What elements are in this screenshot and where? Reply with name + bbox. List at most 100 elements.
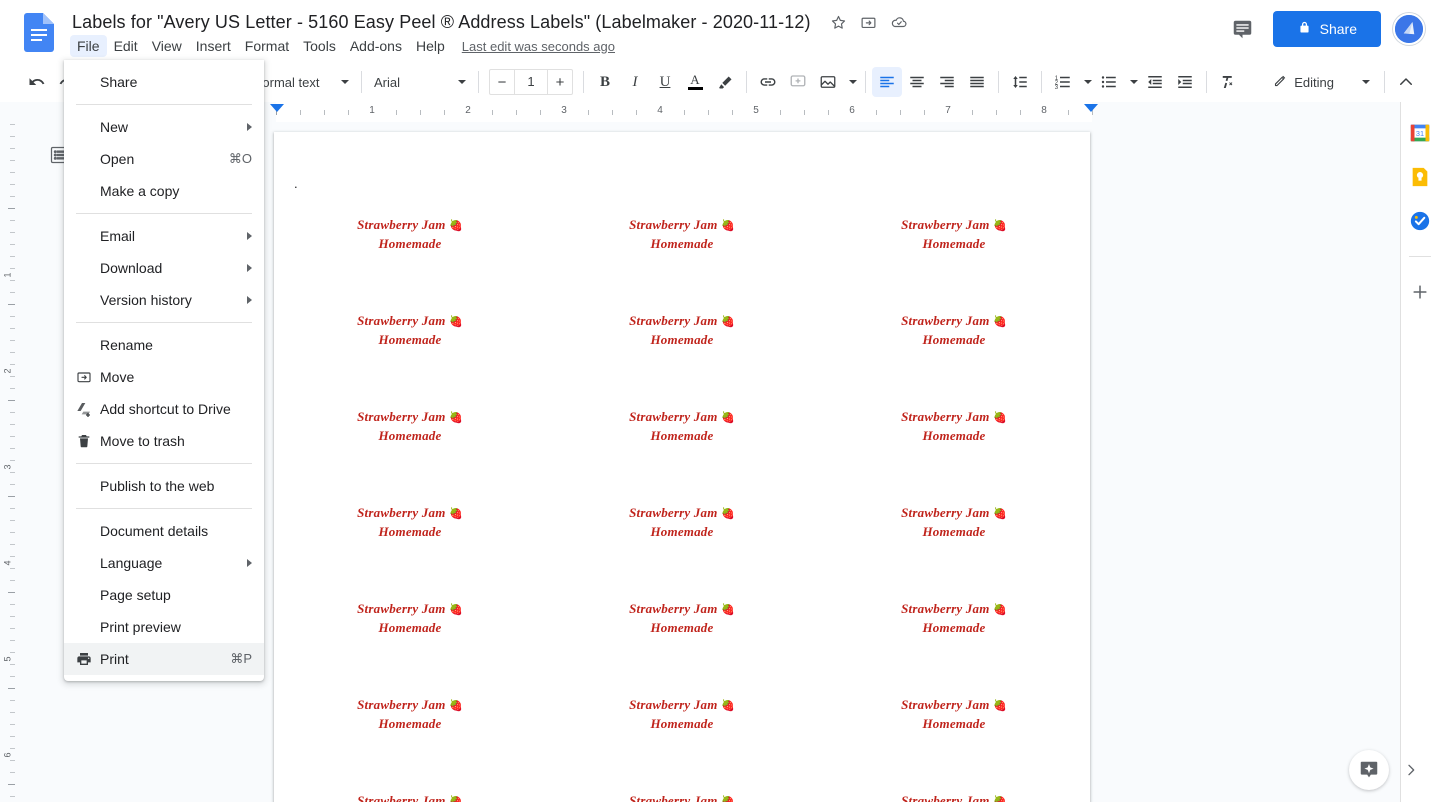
label-cell[interactable]: Strawberry Jam 🍓Homemade — [274, 684, 546, 780]
label-cell[interactable]: Strawberry Jam 🍓Homemade — [818, 780, 1090, 802]
insert-link-icon[interactable] — [753, 67, 783, 97]
ruler-tick — [1020, 110, 1021, 115]
label-cell[interactable]: Strawberry Jam 🍓Homemade — [818, 300, 1090, 396]
file-menu-item-add-shortcut-to-drive[interactable]: Add shortcut to Drive — [64, 393, 264, 425]
editing-mode-button[interactable]: Editing — [1265, 67, 1378, 97]
insert-image-icon[interactable] — [813, 67, 843, 97]
font-size-input[interactable]: 1 — [514, 70, 548, 94]
label-cell[interactable]: Strawberry Jam 🍓Homemade — [274, 300, 546, 396]
collapse-toolbar-button[interactable] — [1391, 67, 1421, 97]
google-tasks-icon[interactable] — [1407, 208, 1433, 234]
label-cell[interactable]: Strawberry Jam 🍓Homemade — [546, 300, 818, 396]
label-cell[interactable]: Strawberry Jam 🍓Homemade — [818, 684, 1090, 780]
numbered-list-icon[interactable]: 123 — [1048, 67, 1078, 97]
menu-file[interactable]: File — [70, 35, 107, 57]
label-cell[interactable]: Strawberry Jam 🍓Homemade — [274, 204, 546, 300]
comment-icon[interactable] — [1225, 11, 1261, 47]
right-margin-marker[interactable] — [1084, 104, 1098, 112]
menu-help[interactable]: Help — [409, 35, 452, 57]
vertical-ruler[interactable]: 1 2 3 4 5 6 — [0, 122, 22, 802]
align-center-icon[interactable] — [902, 67, 932, 97]
font-family-value: Arial — [374, 74, 401, 90]
text-color-button[interactable]: A — [680, 67, 710, 97]
font-size-decrease-button[interactable]: − — [490, 70, 514, 94]
google-keep-icon[interactable] — [1407, 164, 1433, 190]
document-title[interactable]: Labels for "Avery US Letter - 5160 Easy … — [68, 10, 815, 35]
font-family-select[interactable]: Arial — [368, 68, 472, 96]
add-addon-button[interactable] — [1407, 279, 1433, 305]
font-size-increase-button[interactable]: + — [548, 70, 572, 94]
align-justify-icon[interactable] — [962, 67, 992, 97]
left-margin-marker[interactable] — [270, 104, 284, 112]
insert-image-dropdown[interactable] — [843, 67, 859, 97]
document-page[interactable]: . Strawberry Jam 🍓 Homemade Strawberry Jam… — [274, 132, 1090, 802]
file-menu-item-make-a-copy[interactable]: Make a copy — [64, 175, 264, 207]
share-button[interactable]: Share — [1272, 11, 1381, 47]
menu-insert[interactable]: Insert — [189, 35, 238, 57]
file-menu-item-print[interactable]: Print ⌘P — [64, 643, 264, 675]
label-cell[interactable]: Strawberry Jam 🍓Homemade — [274, 780, 546, 802]
file-menu-item-download[interactable]: Download — [64, 252, 264, 284]
label-cell[interactable]: Strawberry Jam 🍓Homemade — [546, 396, 818, 492]
align-right-icon[interactable] — [932, 67, 962, 97]
file-menu-item-language[interactable]: Language — [64, 547, 264, 579]
file-menu-item-open[interactable]: Open ⌘O — [64, 143, 264, 175]
align-left-icon[interactable] — [872, 67, 902, 97]
line-spacing-icon[interactable] — [1005, 67, 1035, 97]
underline-button[interactable]: U — [650, 67, 680, 97]
italic-button[interactable]: I — [620, 67, 650, 97]
label-cell[interactable]: Strawberry Jam 🍓Homemade — [274, 492, 546, 588]
file-menu-item-move[interactable]: Move — [64, 361, 264, 393]
star-icon[interactable] — [827, 10, 851, 34]
move-icon — [76, 369, 100, 385]
label-cell[interactable]: Strawberry Jam 🍓Homemade — [818, 492, 1090, 588]
file-menu-item-page-setup[interactable]: Page setup — [64, 579, 264, 611]
ruler-number: 4 — [657, 105, 663, 116]
menu-view[interactable]: View — [145, 35, 189, 57]
saved-to-drive-icon[interactable] — [887, 10, 911, 34]
chevron-right-icon[interactable] — [1397, 756, 1425, 784]
google-calendar-icon[interactable]: 31 — [1407, 120, 1433, 146]
file-menu-item-email[interactable]: Email — [64, 220, 264, 252]
label-cell[interactable]: Strawberry Jam 🍓Homemade — [546, 684, 818, 780]
label-cell[interactable]: Strawberry Jam 🍓Homemade — [546, 780, 818, 802]
file-menu-item-new[interactable]: New — [64, 111, 264, 143]
label-cell[interactable]: Strawberry Jam 🍓Homemade — [546, 204, 818, 300]
ruler-tick — [348, 110, 349, 115]
label-cell[interactable]: Strawberry Jam 🍓Homemade — [274, 396, 546, 492]
google-docs-icon[interactable] — [24, 13, 54, 52]
file-menu-item-document-details[interactable]: Document details — [64, 515, 264, 547]
label-cell[interactable]: Strawberry Jam 🍓Homemade — [274, 588, 546, 684]
menu-edit[interactable]: Edit — [107, 35, 145, 57]
label-cell[interactable]: Strawberry Jam 🍓Homemade — [818, 396, 1090, 492]
label-cell[interactable]: Strawberry Jam 🍓Homemade — [546, 588, 818, 684]
file-menu-item-move-to-trash[interactable]: Move to trash — [64, 425, 264, 457]
menu-tools[interactable]: Tools — [296, 35, 343, 57]
add-comment-icon[interactable] — [783, 67, 813, 97]
clear-formatting-icon[interactable] — [1213, 67, 1243, 97]
bulleted-list-dropdown[interactable] — [1124, 67, 1140, 97]
menu-format[interactable]: Format — [238, 35, 296, 57]
label-cell[interactable]: Strawberry Jam 🍓Homemade — [818, 588, 1090, 684]
bold-button[interactable]: B — [590, 67, 620, 97]
avatar[interactable] — [1393, 13, 1425, 45]
file-menu-item-share[interactable]: Share — [64, 66, 264, 98]
ruler-number: 1 — [2, 272, 13, 278]
label-cell[interactable]: Strawberry Jam 🍓Homemade — [818, 204, 1090, 300]
bulleted-list-icon[interactable] — [1094, 67, 1124, 97]
file-menu-item-publish-to-the-web[interactable]: Publish to the web — [64, 470, 264, 502]
explore-icon[interactable] — [1349, 750, 1389, 790]
last-edit-status[interactable]: Last edit was seconds ago — [462, 39, 615, 54]
label-cell[interactable]: Strawberry Jam 🍓Homemade — [546, 492, 818, 588]
file-menu-item-rename[interactable]: Rename — [64, 329, 264, 361]
decrease-indent-icon[interactable] — [1140, 67, 1170, 97]
highlight-pen-icon[interactable] — [710, 67, 740, 97]
undo-icon[interactable] — [22, 67, 52, 97]
increase-indent-icon[interactable] — [1170, 67, 1200, 97]
file-menu-item-version-history[interactable]: Version history — [64, 284, 264, 316]
menu-addons[interactable]: Add-ons — [343, 35, 409, 57]
numbered-list-dropdown[interactable] — [1078, 67, 1094, 97]
file-menu-item-print-preview[interactable]: Print preview — [64, 611, 264, 643]
move-to-folder-icon[interactable] — [857, 10, 881, 34]
ruler-number: 3 — [561, 105, 567, 116]
